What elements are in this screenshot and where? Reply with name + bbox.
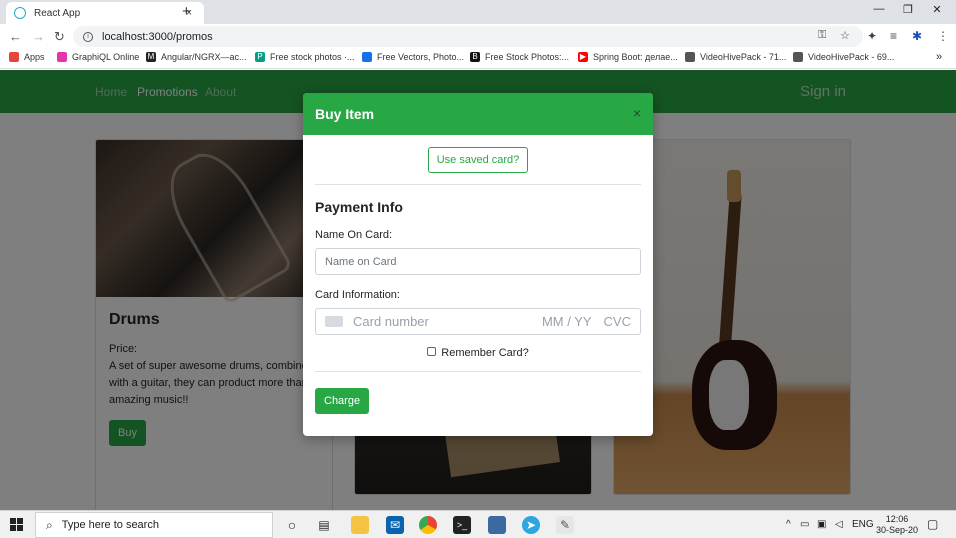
bookmark-label: Free stock photos ·... bbox=[270, 52, 355, 62]
address-bar[interactable]: i localhost:3000/promos bbox=[73, 26, 863, 47]
task-view-icon[interactable]: ▤ bbox=[315, 516, 333, 534]
clock-date: 30-Sep-20 bbox=[876, 525, 919, 535]
taskbar-search-placeholder[interactable]: Type here to search bbox=[62, 519, 159, 531]
file-explorer-icon[interactable] bbox=[351, 516, 369, 534]
forward-arrow-icon[interactable]: → bbox=[32, 29, 45, 44]
browser-tab-strip: React App × + — ❐ ✕ bbox=[0, 0, 956, 24]
bookmark-freepik[interactable]: Free Vectors, Photo... bbox=[362, 52, 464, 62]
window-minimize-button[interactable]: — bbox=[869, 3, 889, 15]
bookmark-videohive-2[interactable]: VideoHivePack - 69... bbox=[793, 52, 894, 62]
close-icon[interactable]: × bbox=[633, 105, 641, 121]
bookmark-label: Spring Boot: делае... bbox=[593, 52, 678, 62]
browser-menu-icon[interactable]: ⋮ bbox=[937, 29, 949, 43]
taskbar-search[interactable]: ⌕ Type here to search bbox=[35, 512, 273, 538]
windows-start-icon[interactable] bbox=[10, 518, 23, 531]
reading-list-icon[interactable]: ≡ bbox=[890, 29, 897, 43]
key-icon[interactable]: ⚿ bbox=[818, 29, 826, 42]
bookmark-free-stock[interactable]: B Free Stock Photos:... bbox=[470, 52, 569, 62]
address-bar-url[interactable]: localhost:3000/promos bbox=[102, 31, 213, 43]
remember-card-checkbox[interactable] bbox=[427, 347, 437, 356]
extensions-puzzle-icon[interactable]: ✦ bbox=[867, 29, 877, 43]
name-on-card-input[interactable] bbox=[315, 248, 641, 275]
browser-tab[interactable]: React App × bbox=[6, 2, 204, 24]
bookmark-spring-boot[interactable]: ▶ Spring Boot: делае... bbox=[578, 52, 678, 62]
bookmark-angular-ngrx[interactable]: M Angular/NGRX—ас... bbox=[146, 52, 247, 62]
site-info-icon[interactable]: i bbox=[83, 31, 93, 42]
bookmark-apps[interactable]: Apps bbox=[9, 52, 45, 62]
remember-card-label[interactable]: Remember Card? bbox=[441, 347, 528, 359]
saved-card-row: Use saved card? bbox=[315, 135, 641, 185]
remember-card-row: Remember Card? bbox=[315, 335, 641, 372]
browser-toolbar: ← → ↻ i localhost:3000/promos ⚿ ☆ ✦ ≡ ✱ … bbox=[0, 24, 956, 49]
pexels-icon: P bbox=[255, 52, 265, 62]
volume-icon[interactable]: ◁ bbox=[835, 519, 843, 530]
card-expiry-input[interactable]: MM / YY bbox=[542, 314, 592, 329]
card-information-label: Card Information: bbox=[315, 289, 400, 301]
use-saved-card-button[interactable]: Use saved card? bbox=[427, 146, 529, 173]
apps-grid-icon bbox=[9, 52, 19, 62]
bookmark-pexels[interactable]: P Free stock photos ·... bbox=[255, 52, 355, 62]
graphql-icon bbox=[57, 52, 67, 62]
bookmark-label: VideoHivePack - 69... bbox=[808, 52, 895, 62]
notifications-icon[interactable]: ▢ bbox=[927, 517, 938, 531]
battery-icon[interactable]: ▭ bbox=[800, 519, 809, 530]
new-tab-button[interactable]: + bbox=[182, 3, 191, 20]
tab-title: React App bbox=[34, 7, 81, 19]
bookmark-label: Angular/NGRX—ас... bbox=[161, 52, 247, 62]
react-favicon-icon bbox=[14, 7, 26, 19]
tray-chevron-icon[interactable]: ^ bbox=[786, 519, 791, 530]
app-icon[interactable] bbox=[488, 516, 506, 534]
modal-body: Use saved card? Payment Info Name On Car… bbox=[303, 135, 653, 414]
search-icon: ⌕ bbox=[46, 517, 53, 532]
charge-button[interactable]: Charge bbox=[315, 388, 370, 414]
bookmarks-overflow-icon[interactable]: » bbox=[936, 51, 942, 63]
name-on-card-label: Name On Card: bbox=[315, 229, 393, 241]
chrome-icon[interactable] bbox=[419, 516, 437, 534]
telegram-icon[interactable]: ➤ bbox=[522, 516, 540, 534]
b-icon: B bbox=[470, 52, 480, 62]
videohive-icon bbox=[685, 52, 695, 62]
window-restore-button[interactable]: ❐ bbox=[898, 3, 918, 16]
bookmark-label: Free Stock Photos:... bbox=[485, 52, 570, 62]
system-clock[interactable]: 12:06 30-Sep-20 bbox=[876, 514, 918, 536]
payment-info-heading: Payment Info bbox=[315, 199, 403, 215]
clock-time: 12:06 bbox=[885, 514, 909, 524]
bookmark-videohive-1[interactable]: VideoHivePack - 71... bbox=[685, 52, 786, 62]
back-arrow-icon[interactable]: ← bbox=[9, 29, 22, 44]
bookmark-label: GraphiQL Online bbox=[72, 52, 140, 62]
bookmark-label: Apps bbox=[24, 52, 45, 62]
modal-title: Buy Item bbox=[315, 106, 375, 122]
extension-icon[interactable]: ✱ bbox=[912, 29, 922, 43]
terminal-icon[interactable]: >_ bbox=[453, 516, 471, 534]
reload-icon[interactable]: ↻ bbox=[54, 29, 65, 45]
mail-icon[interactable]: ✉ bbox=[386, 516, 404, 534]
page-viewport: Home Promotions About Sign in Drums Pric… bbox=[0, 70, 956, 510]
windows-taskbar: ⌕ Type here to search ○ ▤ ✉ >_ ➤ ✎ ^ ▭ ▣… bbox=[0, 510, 956, 538]
credit-card-icon bbox=[325, 316, 343, 327]
bookmark-star-icon[interactable]: ☆ bbox=[840, 29, 850, 42]
freepik-icon bbox=[362, 52, 372, 62]
bookmarks-bar: Apps GraphiQL Online M Angular/NGRX—ас..… bbox=[0, 49, 956, 69]
network-icon[interactable]: ▣ bbox=[817, 519, 826, 530]
card-number-input[interactable]: Card number bbox=[353, 314, 542, 329]
card-information-field[interactable]: Card number MM / YY CVC bbox=[315, 308, 641, 335]
medium-icon: M bbox=[146, 52, 156, 62]
language-indicator[interactable]: ENG bbox=[852, 519, 874, 530]
cortana-icon[interactable]: ○ bbox=[283, 516, 301, 534]
card-cvc-input[interactable]: CVC bbox=[604, 314, 631, 329]
bookmark-label: Free Vectors, Photo... bbox=[377, 52, 465, 62]
paint-icon[interactable]: ✎ bbox=[556, 516, 574, 534]
window-close-button[interactable]: ✕ bbox=[927, 3, 947, 16]
videohive-icon bbox=[793, 52, 803, 62]
modal-header: Buy Item × bbox=[303, 93, 653, 135]
bookmark-label: VideoHivePack - 71... bbox=[700, 52, 787, 62]
bookmark-graphiql[interactable]: GraphiQL Online bbox=[57, 52, 139, 62]
youtube-icon: ▶ bbox=[578, 52, 588, 62]
buy-item-modal: Buy Item × Use saved card? Payment Info … bbox=[303, 93, 653, 436]
